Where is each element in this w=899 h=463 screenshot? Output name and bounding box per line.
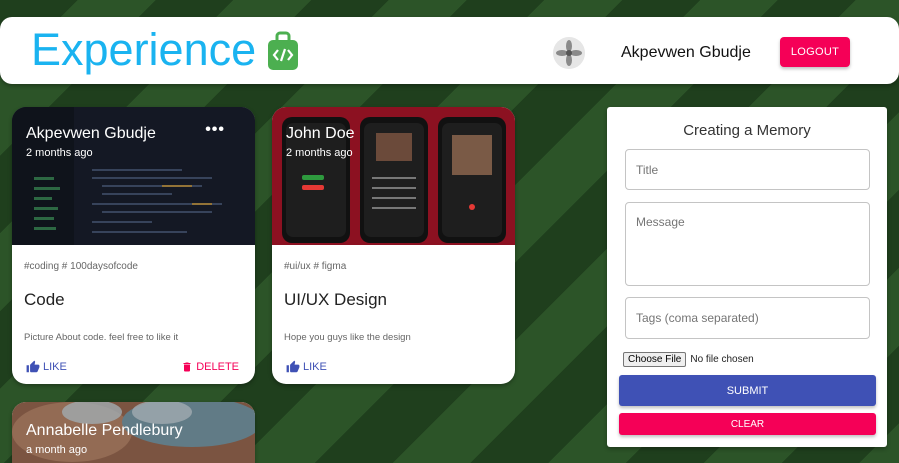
like-label: LIKE — [43, 361, 67, 373]
like-button[interactable]: LIKE — [286, 360, 327, 374]
like-label: LIKE — [303, 361, 327, 373]
post-image: Akpevwen Gbudje 2 months ago ••• — [12, 107, 255, 245]
post-card: Annabelle Pendlebury a month ago — [12, 402, 255, 463]
user-name: Akpevwen Gbudje — [621, 44, 751, 61]
avatar[interactable] — [553, 37, 585, 69]
trash-icon — [183, 362, 191, 372]
submit-button[interactable]: SUBMIT — [619, 375, 876, 406]
title-input[interactable] — [625, 149, 870, 190]
post-tags: #ui/ux # figma — [284, 261, 347, 272]
post-card: John Doe 2 months ago #ui/ux # figma UI/… — [272, 107, 515, 384]
memory-form: Creating a Memory Choose File No file ch… — [607, 107, 887, 447]
post-card: Akpevwen Gbudje 2 months ago ••• #coding… — [12, 107, 255, 384]
file-picker: Choose File No file chosen — [623, 352, 754, 367]
post-time: 2 months ago — [286, 147, 353, 159]
delete-label: DELETE — [196, 361, 239, 373]
form-title: Creating a Memory — [683, 122, 811, 139]
choose-file-button[interactable]: Choose File — [623, 352, 687, 367]
post-author: Annabelle Pendlebury — [26, 422, 183, 439]
message-input[interactable] — [625, 202, 870, 286]
clear-button[interactable]: CLEAR — [619, 413, 876, 435]
like-button[interactable]: LIKE — [26, 360, 67, 374]
brand-title[interactable]: Experience — [31, 27, 256, 73]
tags-input[interactable] — [625, 297, 870, 339]
thumb-up-icon — [26, 360, 40, 373]
post-author: John Doe — [286, 125, 355, 142]
post-author: Akpevwen Gbudje — [26, 125, 156, 142]
file-status: No file chosen — [690, 354, 754, 365]
post-time: a month ago — [26, 444, 88, 456]
post-image: Annabelle Pendlebury a month ago — [12, 402, 255, 463]
logout-button[interactable]: LOGOUT — [780, 37, 850, 67]
code-bag-icon — [268, 31, 298, 70]
post-message: Hope you guys like the design — [284, 332, 411, 343]
delete-button[interactable]: DELETE — [181, 360, 239, 374]
thumb-up-icon — [286, 360, 300, 373]
more-horizontal-icon[interactable]: ••• — [205, 121, 225, 139]
avatar-icon — [553, 37, 585, 69]
post-message: Picture About code. feel free to like it — [24, 332, 179, 343]
post-title: Code — [24, 290, 65, 309]
post-tags: #coding # 100daysofcode — [24, 261, 138, 272]
app-bar: Experience Akpevwen Gbudje LOGOUT — [0, 17, 899, 84]
post-image: John Doe 2 months ago — [272, 107, 515, 245]
post-time: 2 months ago — [26, 147, 93, 159]
post-title: UI/UX Design — [284, 290, 387, 309]
